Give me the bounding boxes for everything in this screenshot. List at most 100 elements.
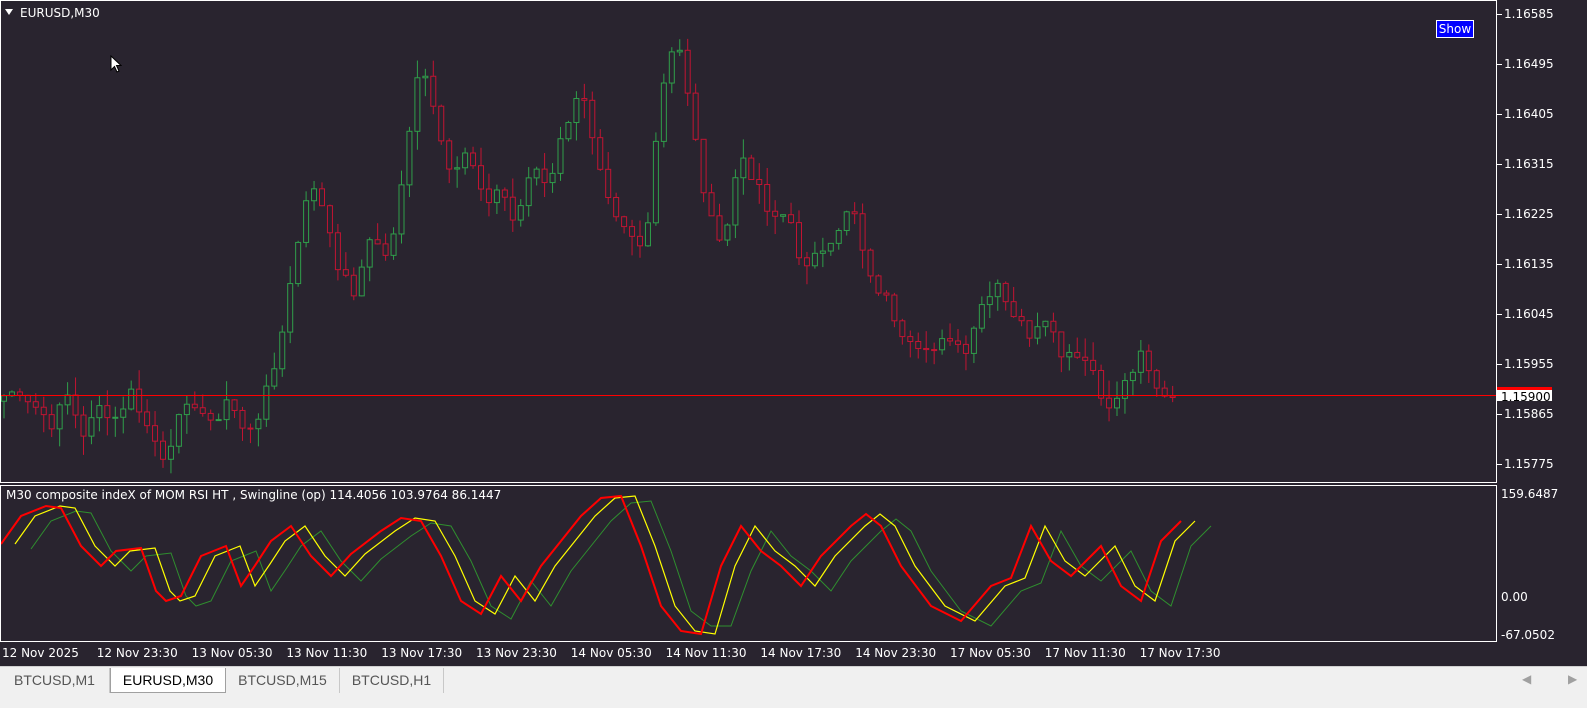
candle [867, 248, 874, 283]
tab-btcusd-m1[interactable]: BTCUSD,M1 [0, 668, 110, 693]
candle [819, 237, 826, 268]
candle [589, 91, 596, 155]
candle [215, 413, 222, 422]
price-label: 1.15955 [1504, 357, 1554, 371]
candle [875, 274, 882, 296]
candle [613, 192, 620, 222]
candle [1002, 281, 1009, 311]
candle [485, 173, 492, 217]
price-axis: 1.16585 1.16495 1.16405 1.16315 1.16225 1.161… [1497, 0, 1587, 483]
candle [724, 223, 731, 246]
triangle-left-icon[interactable]: ◀ [1522, 672, 1531, 686]
candle [326, 204, 333, 248]
triangle-right-icon[interactable]: ▶ [1568, 672, 1577, 686]
candle [740, 139, 747, 195]
candle [756, 163, 763, 204]
candle [80, 406, 87, 455]
time-label: 14 Nov 11:30 [665, 646, 747, 660]
candle [255, 413, 262, 447]
time-label: 12 Nov 23:30 [96, 646, 178, 660]
time-label: 14 Nov 23:30 [855, 646, 937, 660]
time-label: 17 Nov 17:30 [1139, 646, 1221, 660]
candle [311, 181, 318, 211]
candle [509, 178, 516, 232]
price-tick [1497, 314, 1502, 315]
candle [167, 429, 174, 474]
candle [175, 413, 182, 454]
candle [287, 266, 294, 344]
candle [986, 281, 993, 319]
candle [1074, 337, 1081, 359]
candle [883, 290, 890, 302]
candle [64, 382, 71, 415]
tab-eurusd-m30[interactable]: EURUSD,M30 [110, 668, 226, 693]
candle [454, 156, 461, 188]
candle [907, 330, 914, 358]
indicator-pane[interactable] [0, 485, 1497, 642]
candle [955, 328, 961, 353]
candle [493, 184, 500, 214]
candle [96, 395, 103, 432]
candle [629, 219, 636, 256]
candle [541, 153, 548, 198]
candle [430, 60, 437, 115]
time-label: 17 Nov 11:30 [1044, 646, 1126, 660]
candle [1050, 312, 1057, 343]
candle [573, 91, 580, 141]
candle [231, 399, 238, 419]
candle [478, 147, 484, 202]
show-button[interactable]: Show [1436, 20, 1474, 38]
candle [247, 423, 254, 444]
candle [644, 212, 651, 247]
indicator-line-red [1, 494, 1182, 636]
candle [152, 411, 159, 457]
collapse-triangle-icon[interactable] [5, 9, 13, 15]
candle [859, 203, 866, 269]
status-strip [0, 694, 1587, 708]
price-label: 1.15775 [1504, 457, 1554, 471]
candle [1090, 342, 1097, 375]
candle [40, 396, 47, 433]
price-tick [1497, 264, 1502, 265]
candle [223, 381, 230, 430]
indicator-title: M30 composite indeX of MOM RSI HT , Swin… [6, 488, 502, 502]
time-axis: 12 Nov 2025 12 Nov 23:30 13 Nov 05:30 13 No… [0, 642, 1587, 666]
candle [1042, 320, 1049, 337]
candle [1010, 286, 1017, 318]
candle [605, 152, 612, 205]
candle [732, 169, 739, 239]
candle [422, 68, 429, 97]
candle [1169, 385, 1176, 403]
candle [962, 335, 969, 371]
indicator-level-label: 0.00 [1501, 590, 1528, 604]
candle [525, 167, 532, 217]
candle [1034, 312, 1041, 345]
tab-btcusd-h1[interactable]: BTCUSD,H1 [340, 668, 444, 693]
candle [390, 227, 397, 260]
time-label: 17 Nov 05:30 [950, 646, 1031, 660]
price-label: 1.16585 [1504, 7, 1554, 21]
candle [160, 431, 166, 468]
candle [788, 202, 795, 224]
candle [668, 47, 675, 94]
price-tick [1497, 364, 1502, 365]
indicator-chart [1, 494, 1212, 636]
indicator-level-label: -67.0502 [1501, 628, 1555, 642]
candle [1066, 344, 1073, 371]
indicator-level-label: 159.6487 [1501, 487, 1559, 501]
candle [1018, 308, 1025, 327]
time-label: 14 Nov 17:30 [760, 646, 842, 660]
time-label: 14 Nov 05:30 [570, 646, 652, 660]
candle [851, 202, 858, 225]
candle [533, 166, 540, 186]
price-label: 1.15865 [1504, 407, 1554, 421]
main-chart-pane[interactable] [0, 0, 1497, 483]
candle [827, 242, 834, 256]
candle [597, 129, 604, 171]
candle [374, 223, 381, 245]
tab-btcusd-m15[interactable]: BTCUSD,M15 [226, 668, 340, 693]
indicator-line-yellow [14, 495, 1196, 635]
candle [406, 126, 413, 198]
price-label: 1.16495 [1504, 57, 1554, 71]
time-label: 13 Nov 23:30 [476, 646, 557, 660]
